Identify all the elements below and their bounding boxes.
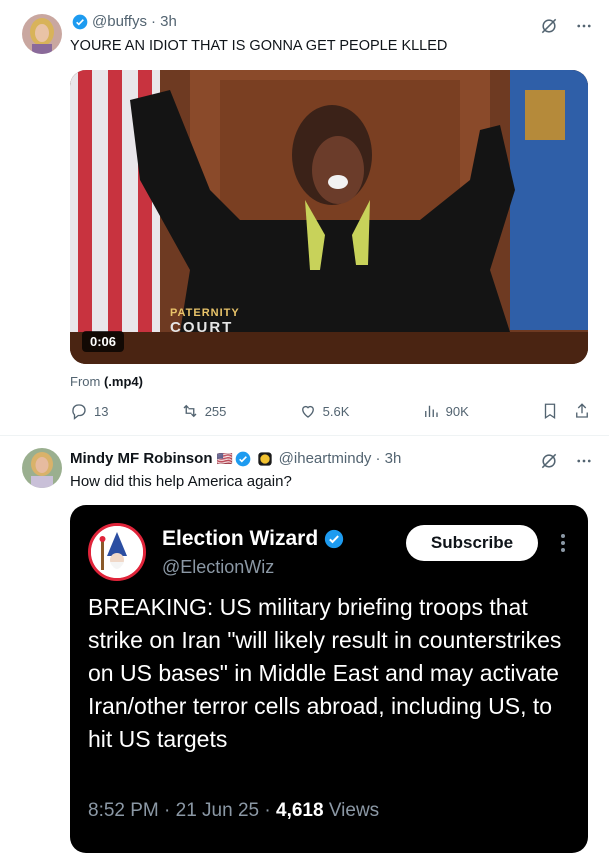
video-overlay-line1: PATERNITY — [170, 307, 240, 319]
share-icon[interactable] — [573, 402, 591, 420]
like-icon — [301, 405, 314, 418]
card-author: Election Wizard — [162, 527, 344, 551]
verified-badge-icon — [72, 14, 88, 29]
card-views-label: Views — [328, 800, 380, 821]
card-author-name: Election Wizard — [162, 527, 319, 550]
bookmark-icon[interactable] — [541, 402, 559, 420]
views-icon — [424, 405, 438, 417]
tweet-buffys[interactable]: @buffys · 3h YOURE AN IDIOT THAT IS GONN… — [0, 0, 609, 436]
tweet-header: Mindy MF Robinson 🇺🇸 @iheartmindy · 3h — [70, 450, 401, 467]
repost-icon — [183, 404, 197, 418]
video-duration: 0:06 — [82, 331, 125, 352]
verified-badge-icon — [325, 529, 344, 549]
grok-icon[interactable] — [539, 16, 559, 36]
card-time: 8:52 PM · 21 Jun 25 · — [88, 800, 271, 821]
card-views-count: 4,618 — [276, 800, 324, 821]
timestamp[interactable]: · 3h — [375, 450, 401, 467]
video-player[interactable]: PATERNITY COURT 0:06 — [70, 70, 588, 364]
video-thumbnail: PATERNITY COURT — [70, 70, 588, 364]
tweet-text: YOURE AN IDIOT THAT IS GONNA GET PEOPLE … — [70, 38, 448, 54]
repost-button[interactable]: 255 — [181, 402, 227, 420]
reply-count: 13 — [94, 403, 109, 419]
timestamp[interactable]: · 3h — [151, 13, 177, 30]
reply-icon — [72, 404, 86, 420]
embedded-post-image[interactable]: Election Wizard @ElectionWiz Subscribe B… — [70, 505, 588, 853]
card-handle: @ElectionWiz — [162, 557, 275, 577]
video-source: From (.mp4) — [70, 374, 143, 389]
subscribe-button: Subscribe — [406, 525, 538, 561]
tweet-text: How did this help America again? — [70, 473, 292, 490]
verified-badge-icon — [235, 451, 251, 466]
from-source[interactable]: (.mp4) — [104, 374, 143, 389]
user-handle[interactable]: @iheartmindy — [279, 450, 372, 467]
card-footer: 8:52 PM · 21 Jun 25 · 4,618 Views — [88, 800, 379, 822]
card-body-text: BREAKING: US military briefing troops th… — [88, 594, 562, 752]
like-count: 5.6K — [322, 403, 350, 419]
from-label: From — [70, 374, 101, 389]
kebab-menu-icon — [561, 534, 565, 552]
avatar[interactable] — [22, 448, 62, 488]
views-count: 90K — [445, 403, 469, 419]
views-button[interactable]: 90K — [422, 402, 469, 420]
more-icon[interactable] — [575, 452, 593, 470]
tweet-top-icons — [539, 16, 593, 36]
tweet-header: @buffys · 3h — [70, 13, 177, 30]
grok-icon[interactable] — [539, 451, 559, 471]
tweet-actions: 13 255 5.6K 90K — [70, 402, 591, 420]
display-name[interactable]: Mindy MF Robinson — [70, 450, 212, 467]
like-button[interactable]: 5.6K — [299, 402, 350, 420]
more-icon[interactable] — [575, 17, 593, 35]
tweet-top-icons — [539, 451, 593, 471]
bookmark-share — [541, 402, 591, 420]
user-handle[interactable]: @buffys — [92, 13, 147, 30]
repost-count: 255 — [204, 403, 227, 419]
reply-button[interactable]: 13 — [70, 402, 108, 420]
video-overlay-line2: COURT — [170, 319, 233, 336]
flag-icon: 🇺🇸 — [216, 450, 233, 466]
avatar[interactable] — [22, 14, 62, 54]
gold-badge-icon — [258, 451, 272, 466]
election-wizard-logo — [88, 523, 146, 581]
